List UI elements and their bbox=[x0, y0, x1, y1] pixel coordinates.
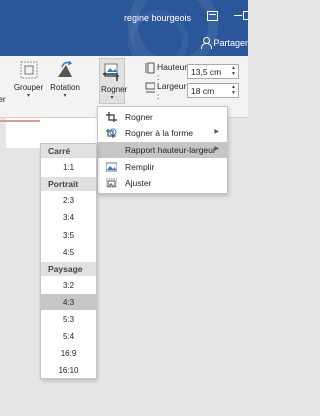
ribbon-display-options-icon[interactable] bbox=[207, 11, 218, 21]
group-icon bbox=[18, 59, 40, 81]
chevron-down-icon: ▾ bbox=[63, 93, 67, 99]
menu-item-label: Remplir bbox=[125, 162, 155, 172]
restore-icon[interactable] bbox=[243, 11, 248, 20]
width-value: 18 cm bbox=[191, 86, 215, 96]
user-name[interactable]: regine bourgeois bbox=[124, 13, 191, 23]
crop-label: Rogner bbox=[101, 85, 128, 94]
fill-icon bbox=[106, 162, 117, 172]
ratio-option-3-2[interactable]: 3:2 bbox=[41, 277, 96, 293]
width-input[interactable]: 18 cm ▲ ▼ bbox=[187, 83, 239, 98]
menu-item-crop[interactable]: Rogner bbox=[98, 109, 227, 125]
ribbon-button-partial-label: er bbox=[0, 95, 6, 104]
chevron-down-icon: ▾ bbox=[110, 95, 114, 101]
height-input[interactable]: 13,5 cm ▲ ▼ bbox=[187, 64, 239, 79]
spinner-arrows-icon[interactable]: ▲ ▼ bbox=[231, 84, 236, 96]
crop-icon bbox=[106, 112, 117, 122]
ratio-option-3-4[interactable]: 3:4 bbox=[41, 209, 96, 225]
group-button[interactable]: Grouper ▾ bbox=[11, 59, 46, 100]
group-header-landscape: Paysage bbox=[41, 262, 96, 276]
menu-item-label: Rogner bbox=[125, 112, 153, 122]
width-icon bbox=[145, 82, 155, 92]
chevron-right-icon: ▶ bbox=[214, 146, 219, 152]
height-icon bbox=[145, 62, 155, 73]
aspect-ratio-submenu: Carré 1:1 Portrait 2:3 3:4 3:5 4:5 Paysa… bbox=[40, 143, 97, 379]
spinner-arrows-icon[interactable]: ▲ ▼ bbox=[231, 65, 236, 77]
width-control: Largeur : 18 cm ▲ ▼ bbox=[143, 80, 239, 101]
ratio-option-5-3[interactable]: 5:3 bbox=[41, 311, 96, 327]
ratio-option-4-5[interactable]: 4:5 bbox=[41, 244, 96, 260]
ratio-option-2-3[interactable]: 2:3 bbox=[41, 192, 96, 208]
height-control: Hauteur : 13,5 cm ▲ ▼ bbox=[143, 61, 239, 82]
menu-item-label: Rapport hauteur-largeur bbox=[125, 145, 216, 155]
ratio-option-16-10[interactable]: 16:10 bbox=[41, 362, 96, 378]
group-header-square: Carré bbox=[41, 144, 96, 158]
rotate-icon bbox=[54, 59, 76, 81]
crop-shape-icon bbox=[106, 128, 117, 138]
minimize-icon[interactable] bbox=[234, 15, 242, 16]
group-label: Grouper bbox=[13, 83, 44, 92]
menu-item-fill[interactable]: Remplir bbox=[98, 159, 227, 175]
group-header-portrait: Portrait bbox=[41, 177, 96, 191]
menu-item-aspect-ratio[interactable]: Rapport hauteur-largeur ▶ bbox=[98, 142, 227, 158]
height-label: Hauteur : bbox=[157, 61, 188, 82]
ribbon-button-partial[interactable]: er bbox=[0, 64, 6, 104]
crop-menu: Rogner Rogner à la forme ▶ Rapport haute… bbox=[97, 106, 228, 194]
ratio-option-5-4[interactable]: 5:4 bbox=[41, 328, 96, 344]
page-edge bbox=[0, 120, 40, 122]
share-label: Partager bbox=[213, 38, 248, 48]
rotate-button[interactable]: Rotation ▾ bbox=[47, 59, 83, 100]
width-label: Largeur : bbox=[157, 80, 187, 101]
rotate-label: Rotation bbox=[50, 83, 80, 92]
fit-icon bbox=[106, 178, 117, 188]
crop-icon bbox=[101, 61, 123, 83]
person-icon bbox=[201, 37, 213, 49]
chevron-right-icon: ▶ bbox=[214, 129, 219, 135]
menu-item-label: Rogner à la forme bbox=[125, 128, 194, 138]
crop-button[interactable]: Rogner ▾ bbox=[99, 58, 128, 104]
ratio-option-3-5[interactable]: 3:5 bbox=[41, 227, 96, 243]
menu-item-fit[interactable]: Ajuster bbox=[98, 175, 227, 191]
title-bar: regine bourgeois Partager bbox=[0, 0, 248, 56]
menu-item-label: Ajuster bbox=[125, 178, 152, 188]
menu-item-crop-to-shape[interactable]: Rogner à la forme ▶ bbox=[98, 125, 227, 141]
ratio-option-1-1[interactable]: 1:1 bbox=[41, 159, 96, 175]
ratio-option-16-9[interactable]: 16:9 bbox=[41, 345, 96, 361]
chevron-down-icon: ▾ bbox=[26, 93, 30, 99]
share-button[interactable]: Partager bbox=[201, 37, 248, 49]
ratio-option-4-3[interactable]: 4:3 bbox=[41, 294, 96, 310]
height-value: 13,5 cm bbox=[191, 67, 222, 77]
